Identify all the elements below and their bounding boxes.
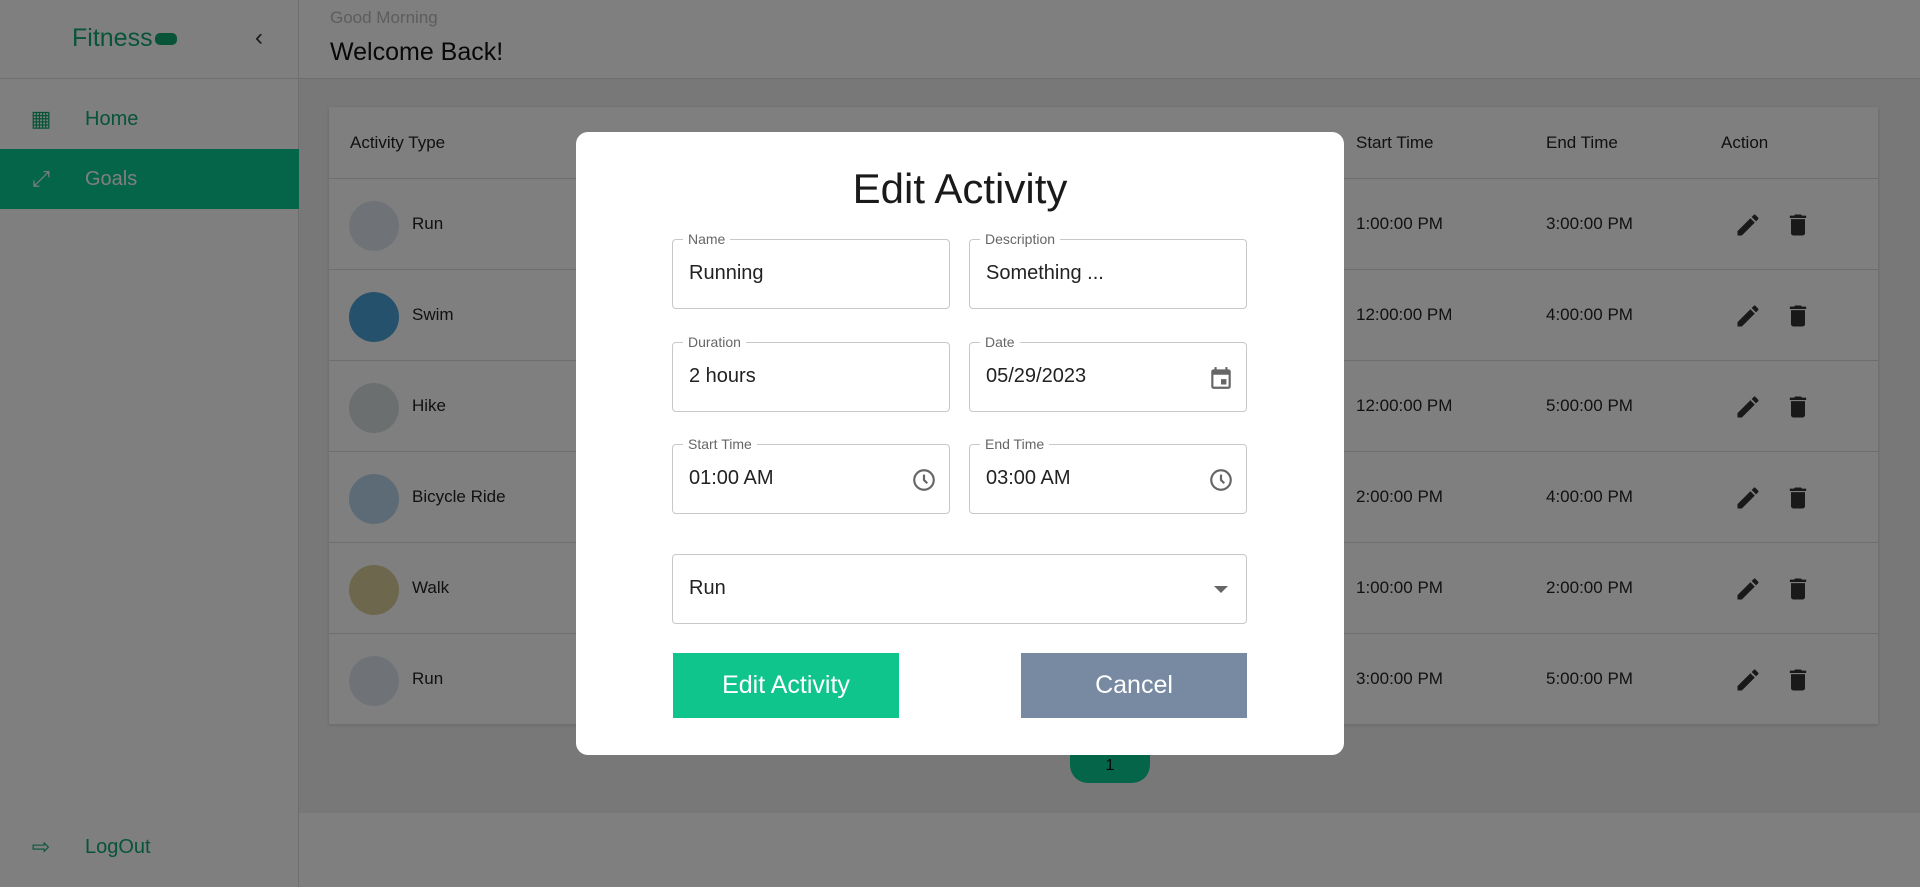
name-field[interactable]: Name Running [672,231,950,309]
field-value: Running [689,262,764,284]
field-value: 2 hours [689,365,756,387]
clock-icon[interactable] [1208,467,1234,493]
field-label: Name [683,231,731,247]
field-label: Date [980,334,1020,350]
end-time-field[interactable]: End Time 03:00 AM [969,436,1247,514]
modal-title: Edit Activity [852,165,1068,212]
field-label: Description [980,231,1061,247]
field-value: 03:00 AM [986,467,1071,489]
field-value: Something ... [986,262,1104,284]
duration-field[interactable]: Duration 2 hours [672,334,950,412]
edit-activity-button[interactable]: Edit Activity [673,653,899,718]
cancel-button[interactable]: Cancel [1021,653,1247,718]
select-value: Run [689,577,726,599]
description-field[interactable]: Description Something ... [969,231,1247,309]
calendar-icon[interactable] [1208,365,1234,391]
clock-icon[interactable] [911,467,937,493]
caret-down-icon [1214,586,1228,593]
start-time-field[interactable]: Start Time 01:00 AM [672,436,950,514]
field-label: End Time [980,436,1050,452]
field-label: Duration [683,334,746,350]
activity-type-select[interactable]: Run [672,554,1247,624]
edit-activity-modal: Edit Activity Name Running Description Som… [576,132,1344,755]
field-value: 05/29/2023 [986,365,1087,387]
field-label: Start Time [683,436,757,452]
field-value: 01:00 AM [689,467,774,489]
date-field[interactable]: Date 05/29/2023 [969,334,1247,412]
